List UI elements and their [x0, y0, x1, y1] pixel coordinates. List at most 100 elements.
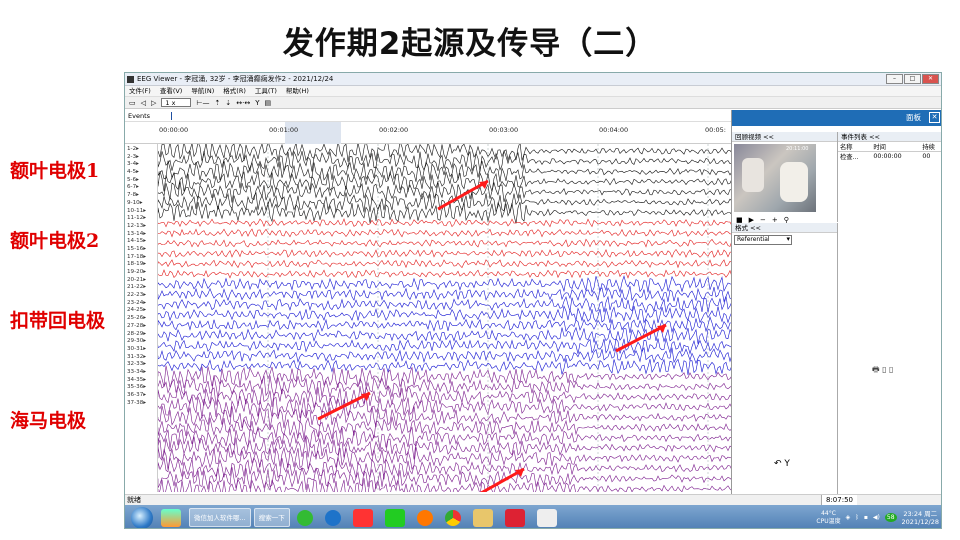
eeg-trace: [157, 228, 733, 238]
channel-label[interactable]: 10-11▸: [125, 208, 157, 216]
channel-label[interactable]: 34-35▸: [125, 377, 157, 385]
channel-label[interactable]: 14-15▸: [125, 238, 157, 246]
channel-label[interactable]: 9-10▸: [125, 200, 157, 208]
badge[interactable]: 58: [884, 513, 897, 522]
channel-label[interactable]: 5-6▸: [125, 177, 157, 185]
video-pane: 回顾视频 << 20:11:00 ■ ▶ − + ⚲: [732, 132, 838, 224]
eeg-trace: [157, 248, 733, 258]
eeg-app-icon[interactable]: [536, 508, 557, 527]
events-col-header[interactable]: 持续: [920, 142, 941, 152]
events-col-header[interactable]: 名称: [838, 142, 872, 152]
menu-tools[interactable]: 工具(T): [255, 86, 277, 96]
menu-navigate[interactable]: 导航(N): [191, 86, 214, 96]
weather-widget[interactable]: 44°C CPU温度: [816, 510, 840, 526]
label-hippocampus: 海马电极: [10, 410, 87, 432]
ie-icon[interactable]: [324, 509, 341, 526]
eeg-trace: [157, 181, 733, 203]
app-icon[interactable]: [161, 508, 181, 527]
video-pane-title[interactable]: 回顾视频 <<: [732, 132, 837, 142]
right-panel: 面板 ✕ 回顾视频 << 20:11:00 ■ ▶ − + ⚲ 事件列表 << …: [731, 110, 941, 494]
menu-file[interactable]: 文件(F): [129, 86, 151, 96]
network-icon[interactable]: ▪: [864, 514, 868, 521]
events-pane-title[interactable]: 事件列表 <<: [838, 132, 941, 142]
format-pane-title[interactable]: 格式 <<: [732, 223, 837, 233]
channel-label[interactable]: 20-21▸: [125, 277, 157, 285]
speed-select[interactable]: 1 x: [161, 98, 192, 107]
filter-icon[interactable]: Y: [255, 97, 259, 109]
video-frame[interactable]: 20:11:00: [734, 144, 816, 212]
menu-format[interactable]: 格式(R): [223, 86, 246, 96]
undo-icon[interactable]: ↶ Y: [774, 459, 790, 469]
event-marker[interactable]: [171, 112, 172, 120]
firefox-icon[interactable]: [416, 509, 433, 526]
channel-label[interactable]: 24-25▸: [125, 307, 157, 315]
channel-label[interactable]: 22-23▸: [125, 292, 157, 300]
time-ruler[interactable]: 00:00:00 00:01:00 00:02:00 00:03:00 00:0…: [125, 122, 731, 144]
channel-label[interactable]: 3-4▸: [125, 161, 157, 169]
montage-icon[interactable]: ▤: [265, 97, 272, 109]
montage-select[interactable]: Referential: [734, 235, 792, 245]
channel-label[interactable]: 36-37▸: [125, 392, 157, 400]
channel-label[interactable]: 31-32▸: [125, 354, 157, 362]
menu-view[interactable]: 查看(V): [160, 86, 183, 96]
channel-label[interactable]: 11-12▸: [125, 215, 157, 223]
volume-icon[interactable]: ◀): [873, 514, 880, 521]
app-icon[interactable]: [352, 508, 373, 527]
wechat-icon[interactable]: [384, 508, 405, 527]
eeg-trace-area[interactable]: [157, 140, 733, 501]
channel-label[interactable]: 2-3▸: [125, 154, 157, 162]
channel-label[interactable]: 17-18▸: [125, 254, 157, 262]
channel-label[interactable]: 1-2▸: [125, 146, 157, 154]
channel-label[interactable]: 18-19▸: [125, 261, 157, 269]
status-text: 就绪: [127, 496, 141, 504]
channel-label[interactable]: 4-5▸: [125, 169, 157, 177]
channel-label[interactable]: 6-7▸: [125, 184, 157, 192]
channel-label[interactable]: 25-26▸: [125, 315, 157, 323]
app-icon[interactable]: [504, 508, 525, 527]
channel-label[interactable]: 37-38▸: [125, 400, 157, 408]
panel-close-icon[interactable]: ✕: [929, 112, 940, 123]
channel-label[interactable]: 19-20▸: [125, 269, 157, 277]
channel-label[interactable]: 13-14▸: [125, 231, 157, 239]
maximize-button[interactable]: □: [904, 74, 921, 84]
toolbar: ▭ ◁ ▷ 1 x ⊢— ⇡ ⇣ ↔·↔ Y ▤: [125, 97, 941, 109]
timebase-icon[interactable]: ↔·↔: [236, 97, 250, 109]
channel-label[interactable]: 35-36▸: [125, 384, 157, 392]
bluetooth-icon[interactable]: ᛒ: [855, 514, 859, 521]
panel-header: 面板 ✕: [732, 110, 941, 126]
chrome-icon[interactable]: [444, 509, 461, 526]
scale-down-icon[interactable]: ⇣: [225, 97, 231, 109]
channel-label[interactable]: 15-16▸: [125, 246, 157, 254]
channel-label[interactable]: 32-33▸: [125, 361, 157, 369]
sensitivity-icon[interactable]: ⊢—: [196, 97, 209, 109]
channel-label[interactable]: 21-22▸: [125, 284, 157, 292]
eeg-trace: [157, 316, 733, 334]
step-back-icon[interactable]: ◁: [141, 97, 146, 109]
channel-label[interactable]: 30-31▸: [125, 346, 157, 354]
start-button[interactable]: [131, 506, 153, 528]
close-button[interactable]: ✕: [922, 74, 939, 84]
channel-label[interactable]: 23-24▸: [125, 300, 157, 308]
taskbar-task[interactable]: 搜索一下: [253, 508, 290, 527]
shield-icon[interactable]: ◈: [846, 514, 851, 521]
menu-help[interactable]: 帮助(H): [286, 86, 309, 96]
channel-label[interactable]: 28-29▸: [125, 331, 157, 339]
window-title: EEG Viewer - 李冠涌, 32岁 - 李冠涌癫痫发作2 - 2021/…: [137, 75, 334, 83]
channel-label[interactable]: 7-8▸: [125, 192, 157, 200]
print-icons[interactable]: 🖶 ▯ ▯: [872, 364, 893, 378]
play-icon[interactable]: ▷: [151, 97, 156, 109]
table-row[interactable]: 检查... 00:00:00 00: [838, 152, 941, 161]
channel-label[interactable]: 12-13▸: [125, 223, 157, 231]
app-icon[interactable]: [296, 509, 313, 526]
events-col-header[interactable]: 时间: [871, 142, 921, 152]
folder-icon[interactable]: [472, 508, 493, 527]
clock[interactable]: 23:24 周二 2021/12/28: [902, 510, 939, 526]
minimize-button[interactable]: –: [886, 74, 903, 84]
open-folder-icon[interactable]: ▭: [129, 97, 136, 109]
format-pane: 格式 << Referential ↶ Y: [732, 223, 838, 494]
taskbar-task[interactable]: 微信加人软件哪...: [189, 508, 251, 527]
channel-label[interactable]: 29-30▸: [125, 338, 157, 346]
scale-up-icon[interactable]: ⇡: [215, 97, 221, 109]
channel-label[interactable]: 27-28▸: [125, 323, 157, 331]
channel-label[interactable]: 33-34▸: [125, 369, 157, 377]
